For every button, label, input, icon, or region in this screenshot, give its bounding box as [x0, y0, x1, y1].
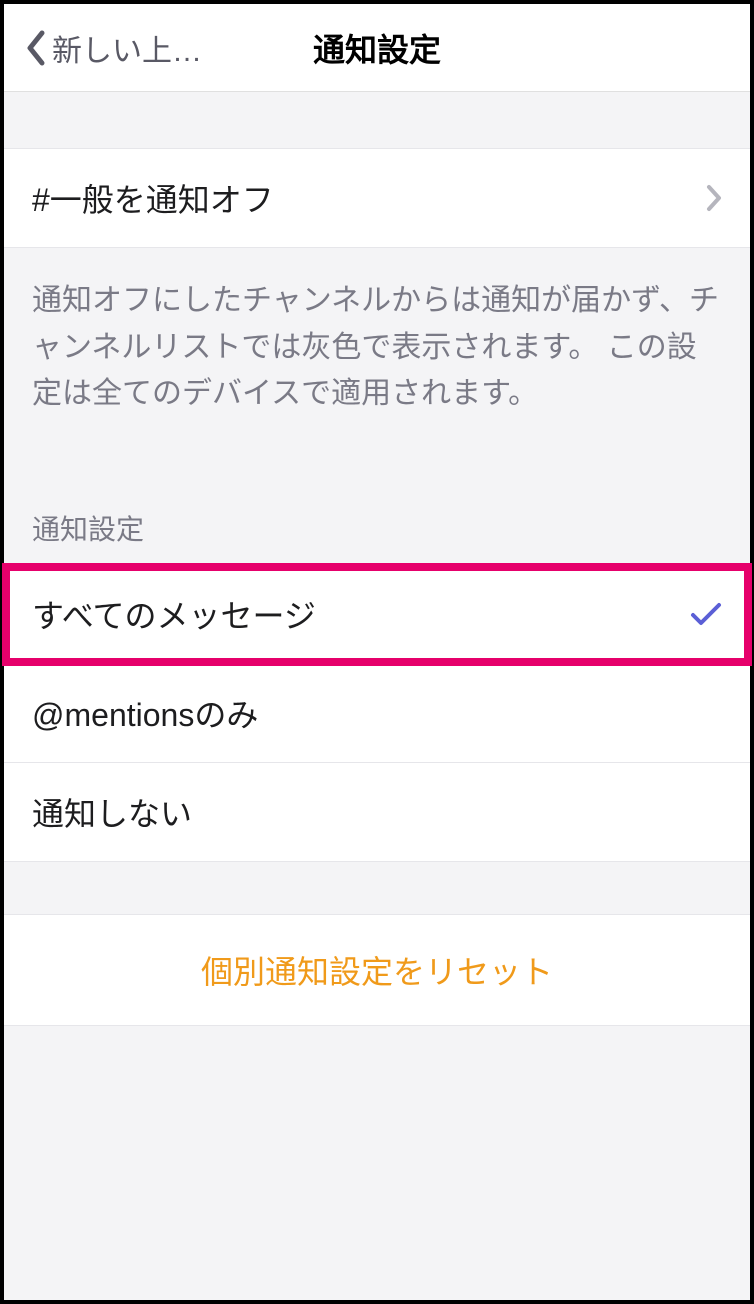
chevron-left-icon [24, 29, 46, 67]
mute-channel-label: #一般を通知オフ [32, 175, 274, 221]
mute-channel-row[interactable]: #一般を通知オフ [4, 148, 750, 248]
option-all-messages[interactable]: すべてのメッセージ [4, 565, 750, 664]
reset-button[interactable]: 個別通知設定をリセット [4, 915, 750, 1025]
option-none[interactable]: 通知しない [4, 763, 750, 862]
section-header: 通知設定 [4, 458, 750, 564]
check-icon [690, 601, 722, 627]
spacer [4, 92, 750, 148]
option-label: すべてのメッセージ [32, 591, 316, 637]
chevron-right-icon [706, 184, 722, 212]
notification-options: すべてのメッセージ @mentionsのみ 通知しない [4, 564, 750, 862]
reset-section: 個別通知設定をリセット [4, 914, 750, 1026]
back-button[interactable]: 新しい上… [4, 26, 202, 70]
back-label: 新しい上… [52, 26, 202, 70]
option-label: @mentionsのみ [32, 690, 258, 736]
option-label: 通知しない [32, 789, 192, 835]
nav-header: 新しい上… 通知設定 [4, 4, 750, 92]
option-mentions-only[interactable]: @mentionsのみ [4, 664, 750, 763]
mute-description: 通知オフにしたチャンネルからは通知が届かず、チャンネルリストでは灰色で表示されま… [4, 248, 750, 458]
page-title: 通知設定 [313, 25, 441, 71]
